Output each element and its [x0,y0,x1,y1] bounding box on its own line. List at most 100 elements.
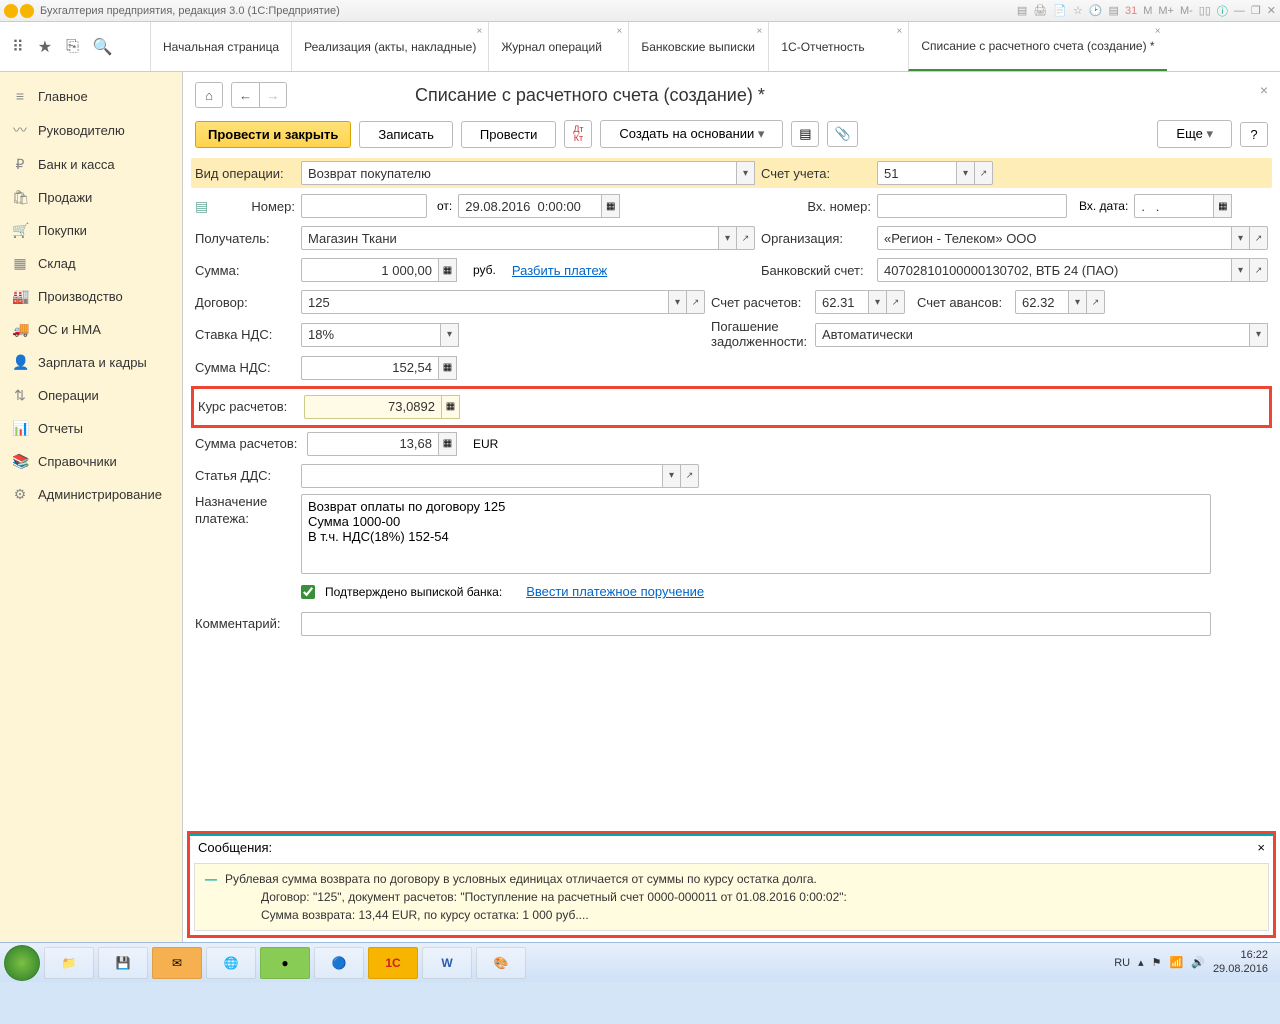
open-ext-icon[interactable]: ↗ [1250,226,1268,250]
post-and-close-button[interactable]: Провести и закрыть [195,121,351,148]
tray-flag-icon[interactable]: ⚑ [1152,956,1162,969]
minimize-icon[interactable]: — [1234,5,1245,17]
tb-tool-3[interactable]: 📄 [1053,4,1067,17]
open-ext-icon[interactable]: ↗ [887,290,905,314]
task-app-green[interactable]: ● [260,947,310,979]
task-1c[interactable]: 1C [368,947,418,979]
dropdown-icon[interactable]: ▾ [719,226,737,250]
sidebar-item-assets[interactable]: 🚚ОС и НМА [0,313,182,346]
sidebar-item-purchases[interactable]: 🛒Покупки [0,214,182,247]
close-icon[interactable]: × [617,26,623,37]
extdate-input[interactable] [1134,194,1214,218]
enter-order-link[interactable]: Ввести платежное поручение [526,584,704,599]
tray-network-icon[interactable]: 📶 [1170,956,1184,969]
debt-input[interactable] [815,323,1250,347]
task-outlook[interactable]: ✉ [152,947,202,979]
star-icon[interactable]: ★ [38,37,52,57]
close-icon[interactable]: × [477,26,483,37]
task-app-blue[interactable]: 🔵 [314,947,364,979]
calendar-icon[interactable]: 31 [1125,5,1137,17]
sidebar-item-sales[interactable]: 🛍Продажи [0,181,182,214]
help-button[interactable]: ? [1240,122,1268,147]
sidebar-item-bank[interactable]: ₽Банк и касса [0,148,182,181]
memory-mminus-icon[interactable]: М- [1180,5,1193,17]
dropdown-icon[interactable]: ▾ [441,323,459,347]
sidebar-item-warehouse[interactable]: ▦Склад [0,247,182,280]
dropdown-icon[interactable]: ▾ [1232,226,1250,250]
task-paint[interactable]: 🎨 [476,947,526,979]
calc-icon[interactable]: ▦ [439,356,457,380]
calc-icon[interactable]: ▦ [439,432,457,456]
start-button[interactable] [4,945,40,981]
memory-m-icon[interactable]: М [1143,5,1152,17]
contract-input[interactable] [301,290,669,314]
rate-input[interactable] [304,395,442,419]
close-icon[interactable]: × [1155,26,1161,37]
sum-input[interactable] [301,258,439,282]
split-payment-link[interactable]: Разбить платеж [512,263,607,278]
purpose-textarea[interactable] [301,494,1211,574]
extnum-input[interactable] [877,194,1067,218]
calendar-icon[interactable]: ▦ [1214,194,1232,218]
more-button[interactable]: Еще [1157,120,1232,148]
home-button[interactable]: ⌂ [195,82,223,108]
sidebar-item-operations[interactable]: ⇅Операции [0,379,182,412]
calc-icon[interactable]: ▤ [1109,4,1119,17]
messages-close-icon[interactable]: × [1257,840,1265,855]
maximize-icon[interactable]: ❐ [1251,4,1261,17]
sidebar-item-reports[interactable]: 📊Отчеты [0,412,182,445]
tab-journal[interactable]: Журнал операций× [488,22,628,71]
org-input[interactable] [877,226,1232,250]
settle-sum-input[interactable] [307,432,439,456]
memory-mplus-icon[interactable]: М+ [1158,5,1174,17]
tab-home[interactable]: Начальная страница [150,22,291,71]
open-ext-icon[interactable]: ↗ [681,464,699,488]
comment-input[interactable] [301,612,1211,636]
dds-input[interactable] [301,464,663,488]
task-chrome[interactable]: 🌐 [206,947,256,979]
tab-bank[interactable]: Банковские выписки× [628,22,768,71]
sidebar-item-production[interactable]: 🏭Производство [0,280,182,313]
apps-grid-icon[interactable]: ⠿ [12,37,24,57]
dropdown-icon[interactable]: ▾ [1250,323,1268,347]
close-window-icon[interactable]: ✕ [1267,4,1276,17]
open-ext-icon[interactable]: ↗ [1087,290,1105,314]
task-explorer[interactable]: 📁 [44,947,94,979]
calendar-icon[interactable]: ▦ [602,194,620,218]
tab-writeoff[interactable]: Списание с расчетного счета (создание) *… [908,22,1166,71]
panels-icon[interactable]: ▯▯ [1199,4,1211,17]
clipboard-icon[interactable]: ⎘ [66,38,79,56]
confirmed-checkbox[interactable] [301,585,315,599]
tab-reporting[interactable]: 1С-Отчетность× [768,22,908,71]
dropdown-icon[interactable]: ▾ [957,161,975,185]
number-input[interactable] [301,194,427,218]
vat-rate-input[interactable] [301,323,441,347]
attach-button[interactable]: 📎 [827,121,857,147]
print-button[interactable]: ▤ [791,121,819,147]
close-icon[interactable]: × [897,26,903,37]
save-button[interactable]: Записать [359,121,453,148]
sidebar-item-salary[interactable]: 👤Зарплата и кадры [0,346,182,379]
forward-button[interactable]: → [259,82,287,108]
dropdown-icon[interactable]: ▾ [663,464,681,488]
tray-clock[interactable]: 16:22 29.08.2016 [1213,949,1268,975]
search-icon[interactable]: 🔍 [93,37,113,57]
calc-icon[interactable]: ▦ [442,395,460,419]
date-input[interactable] [458,194,602,218]
dropdown-icon[interactable]: ▾ [669,290,687,314]
adv-acc-input[interactable] [1015,290,1069,314]
calc-icon[interactable]: ▦ [439,258,457,282]
favorite-icon[interactable]: ☆ [1073,4,1083,17]
close-icon[interactable]: × [757,26,763,37]
tray-arrow-icon[interactable]: ▴ [1138,956,1144,969]
create-based-on-button[interactable]: Создать на основании [600,120,783,148]
tab-sales[interactable]: Реализация (акты, накладные)× [291,22,488,71]
dropdown-icon[interactable]: ▾ [1232,258,1250,282]
open-ext-icon[interactable]: ↗ [687,290,705,314]
dropdown-icon[interactable]: ▾ [1069,290,1087,314]
task-notepad[interactable]: 💾 [98,947,148,979]
tb-tool-2[interactable]: 🖨 [1033,4,1047,17]
page-close-icon[interactable]: × [1260,82,1268,98]
dropdown-icon[interactable]: ▾ [737,161,755,185]
optype-input[interactable] [301,161,737,185]
